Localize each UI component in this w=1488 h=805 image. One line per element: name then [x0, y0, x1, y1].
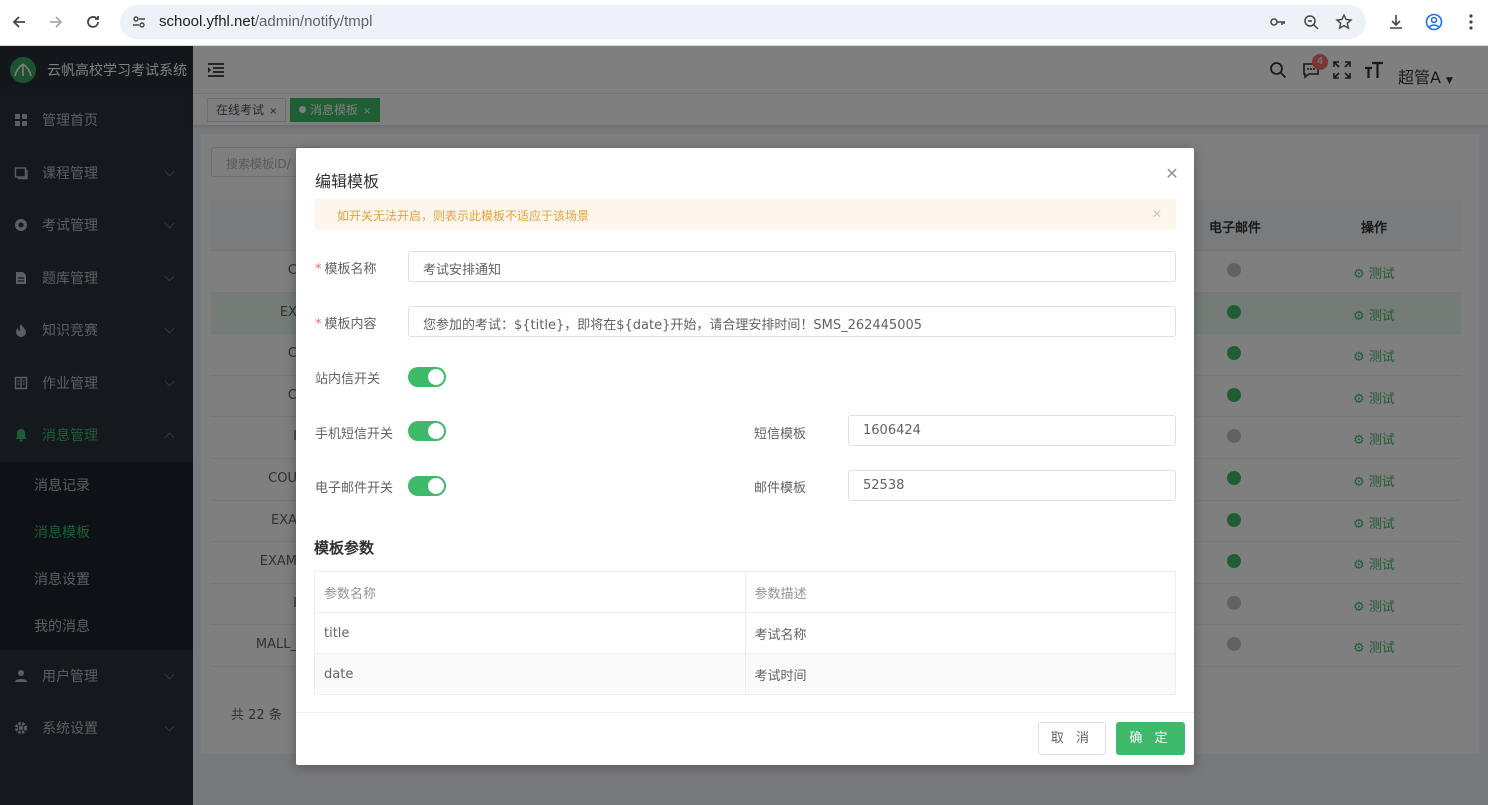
column-header-param-desc: 参数描述 [744, 571, 1176, 613]
forward-icon[interactable] [43, 9, 69, 35]
sms-switch-label: 手机短信开关 [315, 427, 394, 442]
cancel-button[interactable]: 取 消 [1038, 722, 1106, 755]
param-desc-cell: 考试名称 [744, 612, 1176, 654]
params-table: 参数名称 参数描述 title 考试名称 date 考试时间 [314, 571, 1176, 695]
email-switch-label: 电子邮件开关 [315, 481, 394, 496]
warning-alert: 如开关无法开启，则表示此模板不适应于该场景 ✕ [314, 199, 1176, 230]
email-switch[interactable] [408, 476, 446, 496]
template-content-label: * 模板内容 [315, 317, 377, 332]
table-header-row: 参数名称 参数描述 [314, 571, 1176, 613]
more-menu-icon[interactable] [1458, 9, 1484, 35]
template-name-label: * 模板名称 [315, 262, 377, 277]
email-template-label: 邮件模板 [754, 481, 807, 496]
table-row: title 考试名称 [314, 612, 1176, 654]
param-name-cell: date [314, 653, 746, 695]
back-icon[interactable] [6, 9, 32, 35]
download-icon[interactable] [1383, 9, 1409, 35]
edit-template-dialog: 编辑模板 ✕ 如开关无法开启，则表示此模板不适应于该场景 ✕ * 模板名称 考试安… [296, 148, 1194, 765]
bookmark-star-icon[interactable] [1331, 9, 1357, 35]
site-settings-icon[interactable] [126, 9, 152, 35]
site-message-switch-label: 站内信开关 [315, 372, 381, 387]
close-icon[interactable]: ✕ [1164, 166, 1180, 182]
sms-template-label: 短信模板 [754, 427, 807, 442]
params-section-title: 模板参数 [314, 539, 375, 557]
sms-switch[interactable] [408, 421, 446, 441]
url-text: school.yfhl.net/admin/notify/tmpl [159, 13, 373, 30]
column-header-param-name: 参数名称 [314, 571, 746, 613]
alert-text: 如开关无法开启，则表示此模板不适应于该场景 [337, 209, 590, 223]
param-desc-cell: 考试时间 [744, 653, 1176, 695]
password-key-icon[interactable] [1265, 9, 1291, 35]
template-name-input[interactable]: 考试安排通知 [408, 251, 1176, 282]
dialog-title: 编辑模板 [315, 172, 380, 191]
param-name-cell: title [314, 612, 746, 654]
template-content-input[interactable]: 您参加的考试：${title}，即将在${date}开始，请合理安排时间！SMS… [408, 306, 1176, 337]
confirm-button[interactable]: 确 定 [1116, 722, 1185, 755]
browser-toolbar: school.yfhl.net/admin/notify/tmpl [0, 0, 1488, 46]
address-bar[interactable]: school.yfhl.net/admin/notify/tmpl [120, 5, 1366, 39]
table-row: date 考试时间 [314, 653, 1176, 695]
sms-template-input[interactable]: 1606424 [848, 415, 1176, 446]
footer-divider [296, 712, 1194, 713]
site-message-switch[interactable] [408, 367, 446, 387]
profile-icon[interactable] [1421, 9, 1447, 35]
reload-icon[interactable] [80, 9, 106, 35]
close-icon[interactable]: ✕ [1152, 207, 1162, 221]
email-template-input[interactable]: 52538 [848, 470, 1176, 501]
zoom-icon[interactable] [1298, 9, 1324, 35]
